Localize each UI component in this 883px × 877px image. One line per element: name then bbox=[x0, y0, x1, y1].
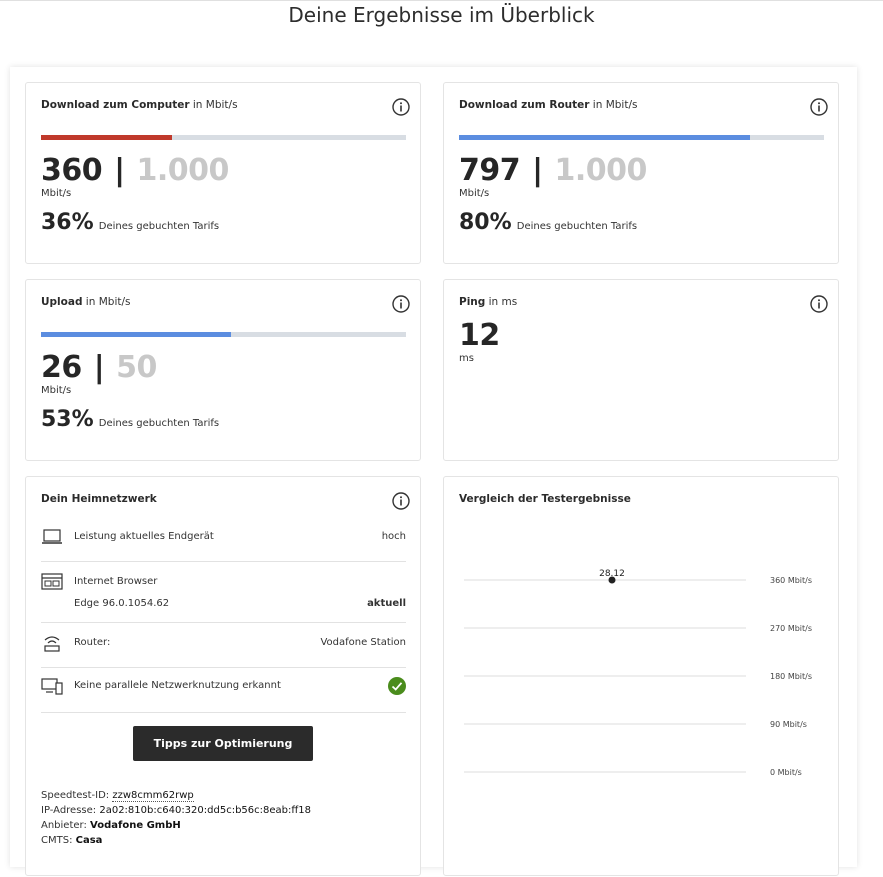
browser-icon bbox=[41, 573, 63, 590]
data-point-label: 28.12 bbox=[599, 569, 625, 579]
cmts: CMTS: Casa bbox=[41, 835, 103, 846]
y-tick-label: 180 Mbit/s bbox=[770, 672, 812, 681]
upload-card: Upload in Mbit/s 26 | 50 Mbit/s 53% Dein… bbox=[25, 279, 421, 461]
speed-value: 26 | 50 bbox=[41, 350, 157, 385]
info-icon[interactable] bbox=[392, 295, 410, 313]
tariff-percentage: 80% Deines gebuchten Tarifs bbox=[459, 210, 638, 235]
parallel-usage-label: Keine parallele Netzwerknutzung erkannt bbox=[74, 680, 281, 691]
browser-row: Internet Browser Edge 96.0.1054.62 aktue… bbox=[41, 573, 406, 623]
speed-unit: Mbit/s bbox=[459, 188, 490, 199]
parallel-usage-row: Keine parallele Netzwerknutzung erkannt bbox=[41, 677, 406, 713]
speedtest-id: Speedtest-ID: zzw8cmm62rwp bbox=[41, 790, 194, 802]
progress-bar bbox=[459, 135, 824, 140]
card-title: Download zum Computer in Mbit/s bbox=[41, 99, 238, 111]
card-title: Download zum Router in Mbit/s bbox=[459, 99, 638, 111]
progress-bar-fill bbox=[41, 135, 173, 140]
progress-bar bbox=[41, 332, 406, 337]
speed-value: 797 | 1.000 bbox=[459, 153, 647, 188]
card-title: Ping in ms bbox=[459, 296, 518, 308]
comparison-chart: 360 Mbit/s 270 Mbit/s 180 Mbit/s 90 Mbit/s 0… bbox=[464, 569, 812, 777]
speed-value: 360 | 1.000 bbox=[41, 153, 229, 188]
tariff-percentage: 36% Deines gebuchten Tarifs bbox=[41, 210, 220, 235]
speed-unit: Mbit/s bbox=[41, 188, 72, 199]
y-tick-label: 270 Mbit/s bbox=[770, 624, 812, 633]
results-panel: Download zum Computer in Mbit/s 360 | 1.… bbox=[10, 67, 857, 876]
progress-bar bbox=[41, 135, 406, 140]
info-icon[interactable] bbox=[392, 98, 410, 116]
home-network-card: Dein Heimnetzwerk Leistung aktuelles End… bbox=[25, 476, 421, 876]
progress-bar-fill bbox=[41, 332, 231, 337]
laptop-icon bbox=[42, 529, 62, 544]
y-tick-label: 90 Mbit/s bbox=[770, 720, 807, 729]
info-icon[interactable] bbox=[392, 492, 410, 510]
wifi-router-icon bbox=[44, 636, 60, 652]
device-performance-row: Leistung aktuelles Endgerät hoch bbox=[41, 528, 406, 562]
provider: Anbieter: Vodafone GmbH bbox=[41, 820, 181, 831]
router-value: Vodafone Station bbox=[320, 637, 406, 648]
device-value: hoch bbox=[381, 531, 406, 542]
router-row: Router: Vodafone Station bbox=[41, 634, 406, 668]
y-tick-label: 0 Mbit/s bbox=[770, 768, 802, 777]
browser-value: aktuell bbox=[367, 598, 406, 609]
devices-icon bbox=[41, 678, 63, 695]
row-divider bbox=[41, 622, 406, 623]
info-icon[interactable] bbox=[810, 98, 828, 116]
router-label: Router: bbox=[74, 637, 111, 648]
optimization-tips-button[interactable]: Tipps zur Optimierung bbox=[133, 726, 313, 761]
ping-card: Ping in ms 12 ms bbox=[443, 279, 839, 461]
browser-label: Internet Browser bbox=[74, 576, 158, 587]
y-tick-label: 360 Mbit/s bbox=[770, 576, 812, 585]
ip-address: IP-Adresse: 2a02:810b:c640:320:dd5c:b56c… bbox=[41, 805, 311, 816]
top-divider bbox=[0, 0, 883, 1]
download-computer-card: Download zum Computer in Mbit/s 360 | 1.… bbox=[25, 82, 421, 264]
row-divider bbox=[41, 667, 406, 668]
download-router-card: Download zum Router in Mbit/s 797 | 1.00… bbox=[443, 82, 839, 264]
ping-unit: ms bbox=[459, 353, 474, 364]
card-title: Dein Heimnetzwerk bbox=[41, 493, 157, 505]
progress-bar-fill bbox=[459, 135, 750, 140]
page-title: Deine Ergebnisse im Überblick bbox=[288, 3, 595, 27]
check-circle-icon bbox=[388, 677, 406, 695]
speed-unit: Mbit/s bbox=[41, 385, 72, 396]
device-label: Leistung aktuelles Endgerät bbox=[74, 531, 214, 542]
info-icon[interactable] bbox=[810, 295, 828, 313]
ping-value: 12 bbox=[459, 318, 500, 353]
comparison-card: Vergleich der Testergebnisse 360 Mbit/s 2… bbox=[443, 476, 839, 876]
tariff-percentage: 53% Deines gebuchten Tarifs bbox=[41, 407, 220, 432]
card-title: Upload in Mbit/s bbox=[41, 296, 131, 308]
row-divider bbox=[41, 561, 406, 562]
browser-version: Edge 96.0.1054.62 bbox=[74, 598, 170, 609]
row-divider bbox=[41, 712, 406, 713]
